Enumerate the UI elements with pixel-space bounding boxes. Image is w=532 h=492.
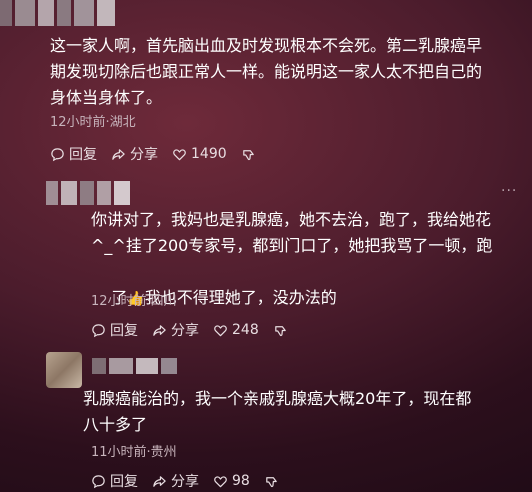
share-arrow-icon [153,475,166,487]
user-avatar-blurred[interactable] [46,352,82,388]
comment-actions: 回复 分享 248 [91,320,306,340]
comment-meta: 12小时前·湖北 [50,115,136,130]
comment-bubble-icon [92,323,105,337]
more-options-button[interactable]: ··· [501,183,517,199]
reply-button[interactable]: 回复 [50,144,97,164]
share-arrow-icon [153,324,166,336]
username-blurred [92,358,177,374]
share-arrow-icon [112,148,125,160]
like-count: 248 [232,322,259,338]
share-button[interactable]: 分享 [152,471,199,491]
share-button[interactable]: 分享 [152,320,199,340]
like-button[interactable]: 98 [213,473,250,489]
comment-actions: 回复 分享 1490 [50,144,274,164]
heart-icon [173,148,186,160]
like-button[interactable]: 1490 [172,146,227,162]
dislike-button[interactable] [273,323,292,338]
user-avatar-blurred[interactable] [0,0,115,26]
like-count: 1490 [191,146,227,162]
reply-label: 回复 [110,474,138,490]
share-label: 分享 [130,147,158,163]
thumb-down-icon [266,476,277,487]
dislike-button[interactable] [264,474,283,489]
reply-button[interactable]: 回复 [91,471,138,491]
share-label: 分享 [171,323,199,339]
dislike-button[interactable] [241,147,260,162]
thumb-down-icon [242,149,254,160]
user-avatar-blurred[interactable] [46,181,130,205]
comment-bubble-icon [51,147,64,161]
comment-meta: 11小时前·贵州 [91,445,177,460]
comment-text: 这一家人啊，首先脑出血及时发现根本不会死。第二乳腺癌早 期发现切除后也跟正常人一… [50,36,483,107]
reply-text: 乳腺癌能治的，我一个亲戚乳腺癌大概20年了，现在都 八十多了 [83,389,472,434]
comment-meta: 12小时前·四川 [91,294,177,309]
reply-text-line1: 你讲对了，我妈也是乳腺癌，她不去治，跑了，我给她花 [91,210,492,229]
heart-icon [214,324,227,336]
reply-text-line2: ^_^挂了200专家号，都到门口了，她把我骂了一顿，跑 [91,236,493,255]
comment-actions: 回复 分享 98 [91,471,297,491]
reply-button[interactable]: 回复 [91,320,138,340]
reply-label: 回复 [69,147,97,163]
comment-bubble-icon [92,474,105,488]
share-label: 分享 [171,474,199,490]
like-count: 98 [232,473,250,489]
reply-label: 回复 [110,323,138,339]
like-button[interactable]: 248 [213,322,259,338]
share-button[interactable]: 分享 [111,144,158,164]
heart-icon [214,475,227,487]
thumb-down-icon [274,325,286,336]
